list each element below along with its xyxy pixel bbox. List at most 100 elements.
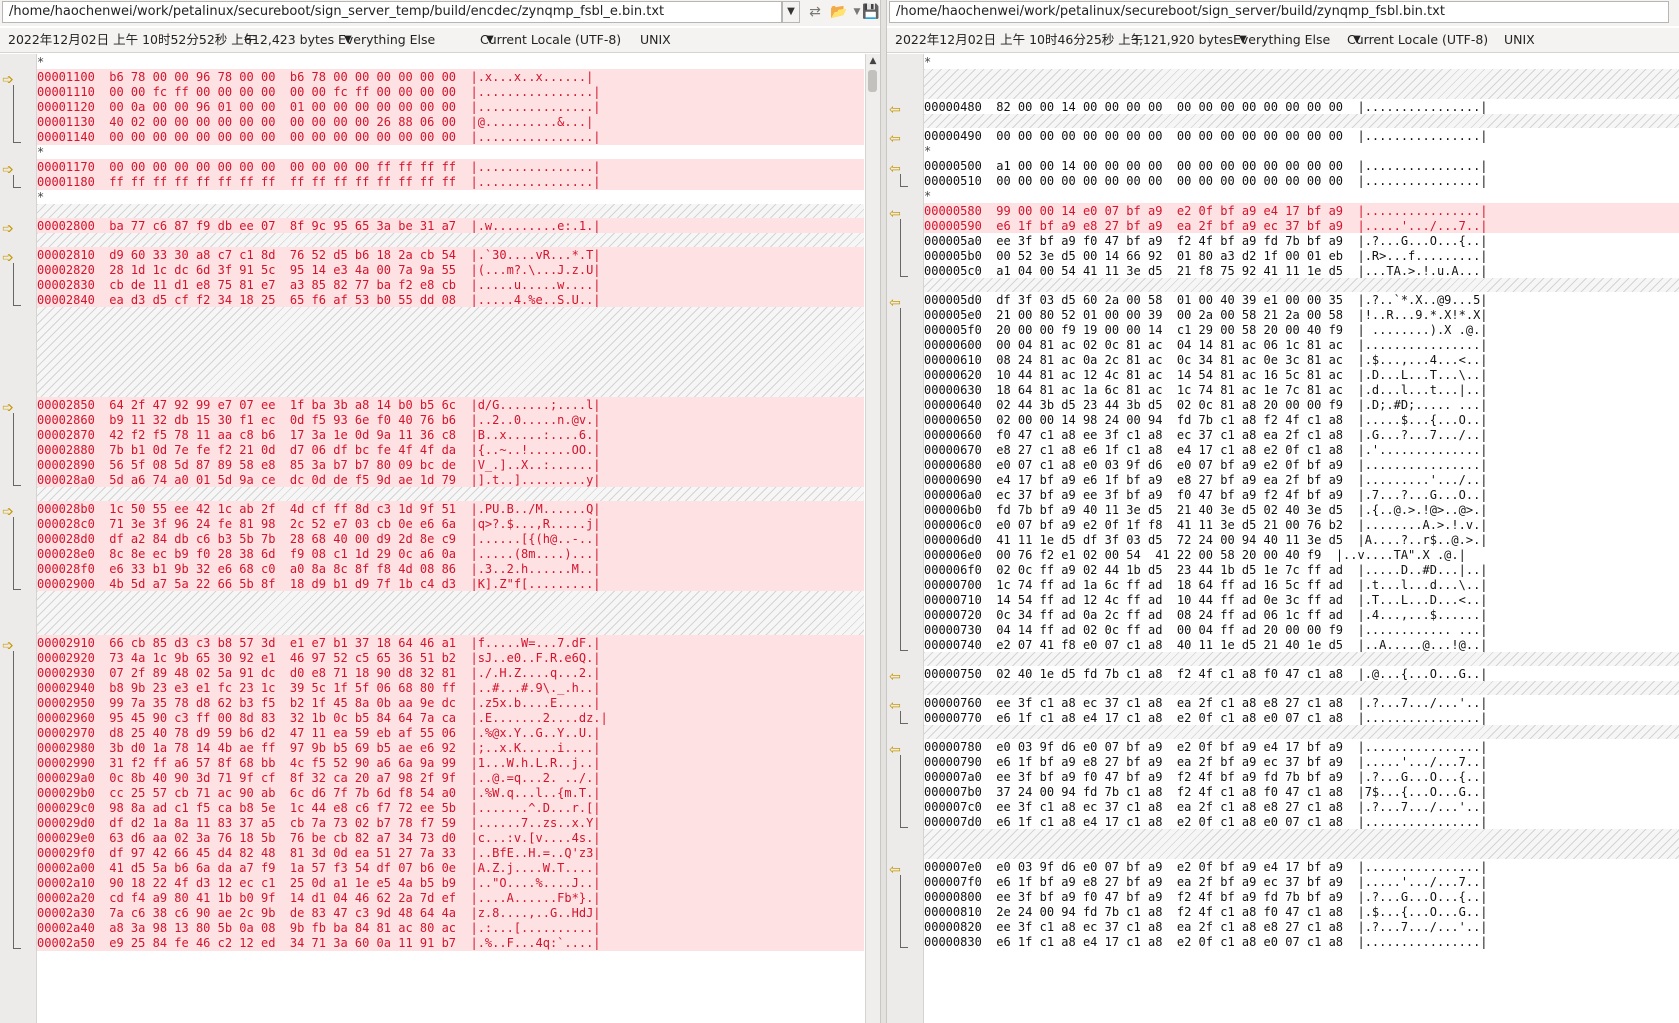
hex-row-changed: 00002800 ba 77 c6 87 f9 db ee 07 8f 9c 9… [37,218,864,234]
row-address: 00002970 [37,726,95,740]
left-arrow-icon[interactable]: ⇦ [889,162,901,176]
left-scroll-thumb[interactable] [868,70,877,92]
hex-row: 000006b0 fd 7b bf a9 40 11 3e d5 21 40 3… [924,502,1679,518]
row-bytes: e6 1f bf a9 e8 27 bf a9 ea 2f bf a9 ec 3… [996,875,1344,889]
row-bytes: 1c 74 ff ad 1a 6c ff ad 18 64 ff ad 16 5… [996,578,1344,592]
hex-row: 000005d0 df 3f 03 d5 60 2a 00 58 01 00 4… [924,292,1679,308]
right-arrow-icon[interactable]: ➩ [2,639,14,653]
row-address: 000007c0 [924,800,982,814]
right-arrow-icon[interactable]: ➩ [2,163,14,177]
right-arrow-icon[interactable]: ➩ [2,251,14,265]
row-address: 00002a50 [37,936,95,950]
pane-divider[interactable] [880,0,887,1023]
row-ascii: |.?...G...O...{..| [1357,234,1488,248]
row-address: 000006e0 [924,548,982,562]
right-line-ending: UNIX [1504,32,1535,47]
hex-row-changed: 00002a30 7a c6 38 c6 90 ae 2c 9b de 83 4… [37,905,864,921]
row-address: 00000660 [924,428,982,442]
row-bytes: 00 00 00 00 00 00 00 00 00 00 00 00 00 0… [996,174,1344,188]
right-arrow-icon[interactable]: ➩ [2,222,14,236]
hex-row-changed: 00002a50 e9 25 84 fe 46 c2 12 ed 34 71 3… [37,935,864,951]
chevron-down-icon: ▼ [344,34,352,45]
row-bytes: df 97 42 66 45 d4 82 48 81 3d 0d ea 51 2… [109,846,457,860]
row-bytes: f0 47 c1 a8 ee 3f c1 a8 ec 37 c1 a8 ea 2… [996,428,1344,442]
row-ascii: |.4...,...$......| [1357,608,1488,622]
row-address: 000006d0 [924,533,982,547]
left-arrow-icon[interactable]: ⇦ [889,103,901,117]
row-address: 000006c0 [924,518,982,532]
row-bytes: 28 1d 1c dc 6d 3f 91 5c 95 14 e3 4a 00 7… [109,263,457,277]
row-address: 00002950 [37,696,95,710]
row-bytes: 64 2f 47 92 99 e7 07 ee 1f ba 3b a8 14 b… [109,398,457,412]
right-arrow-icon[interactable]: ➩ [2,73,14,87]
left-path-dropdown-button[interactable]: ▼ [782,1,800,23]
row-address: 00002830 [37,278,95,292]
row-ascii: |c...:v.[v....4s.| [470,831,601,845]
left-hex-content[interactable]: * 00001100 b6 78 00 00 96 78 00 00 b6 78 … [37,54,864,1023]
right-arrow-icon[interactable]: ➩ [2,505,14,519]
left-arrow-icon[interactable]: ⇦ [889,863,901,877]
hex-row: 00000820 ee 3f c1 a8 ec 37 c1 a8 ea 2f c… [924,919,1679,935]
row-ascii: |.....D..#D...|..| [1357,563,1488,577]
row-bytes: 04 14 ff ad 02 0c ff ad 00 04 ff ad 20 0… [996,623,1344,637]
row-ascii: |................| [470,100,601,114]
row-bytes: 02 44 3b d5 23 44 3b d5 02 0c 81 a8 20 0… [996,398,1344,412]
left-arrow-icon[interactable]: ⇦ [889,670,901,684]
row-bytes: 5d a6 74 a0 01 5d 9a ce dc 0d de f5 9d a… [109,473,457,487]
hex-row: 00000710 14 54 ff ad 12 4c ff ad 10 44 f… [924,592,1679,608]
left-path-combo[interactable]: /home/haochenwei/work/petalinux/securebo… [2,1,782,23]
row-ascii: |.....'.../...7..| [1357,755,1488,769]
diff-filler-block [924,681,1679,695]
row-address: 000028a0 [37,473,95,487]
hex-row: 00000660 f0 47 c1 a8 ee 3f c1 a8 ec 37 c… [924,427,1679,443]
swap-icon[interactable]: ⇄ [806,3,824,21]
row-ascii: |.$...{...O...G..| [1357,905,1488,919]
row-bytes: e6 1f c1 a8 e4 17 c1 a8 e2 0f c1 a8 e0 0… [996,935,1344,949]
row-ascii: |....A......Fb*}.| [470,891,601,905]
left-arrow-icon[interactable]: ⇦ [889,296,901,310]
row-address: 00002a40 [37,921,95,935]
hex-row-changed: 00002880 7b b1 0d 7e fe f2 21 0d d7 06 d… [37,442,864,458]
row-address: 000005c0 [924,264,982,278]
row-bytes: a8 3a 98 13 80 5b 0a 08 9b fb ba 84 81 a… [109,921,457,935]
right-arrow-icon[interactable]: ➩ [2,401,14,415]
row-ascii: |.?..`*.X..@9...5| [1357,293,1488,307]
row-address: 00002860 [37,413,95,427]
scroll-up-icon[interactable]: ▲ [866,54,880,68]
row-address: 00000710 [924,593,982,607]
save-icon[interactable]: 💾 [862,3,880,21]
row-address: 00000810 [924,905,982,919]
repeat-star: * [37,190,45,204]
right-file-size: 3,121,920 bytes [1131,32,1234,47]
row-ascii: |.%@x.Y..G..Y..U.| [470,726,601,740]
repeat-marker: * [37,54,864,70]
row-address: 00002920 [37,651,95,665]
repeat-star: * [924,55,932,69]
row-address: 00002810 [37,248,95,262]
row-ascii: |.3..2.h......M..| [470,562,601,576]
hex-row-changed: 00001180 ff ff ff ff ff ff ff ff ff ff f… [37,174,864,190]
row-ascii: |................| [1357,100,1488,114]
row-address: 00000630 [924,383,982,397]
row-ascii: |.z5x.b....E.....| [470,696,601,710]
row-ascii: |.D...L...T...\..| [1357,368,1488,382]
right-hex-content[interactable]: * 00000480 82 00 00 14 00 00 00 00 00 00 … [924,54,1679,1023]
row-bytes: 41 11 1e d5 df 3f 03 d5 72 24 00 94 40 1… [996,533,1344,547]
row-address: 000007b0 [924,785,982,799]
hex-row: 000007e0 e0 03 9f d6 e0 07 bf a9 e2 0f b… [924,859,1679,875]
left-arrow-icon[interactable]: ⇦ [889,207,901,221]
repeat-star: * [924,189,932,203]
hex-row: 00000610 08 24 81 ac 0a 2c 81 ac 0c 34 8… [924,352,1679,368]
row-ascii: |.."O....%....J..| [470,876,601,890]
row-address: 000029e0 [37,831,95,845]
left-arrow-icon[interactable]: ⇦ [889,743,901,757]
left-arrow-icon[interactable]: ⇦ [889,699,901,713]
hex-row-changed: 00002990 31 f2 ff a6 57 8f 68 bb 4c f5 5… [37,755,864,771]
left-scrollbar[interactable]: ▲ [865,54,880,1023]
hex-row: 00000620 10 44 81 ac 12 4c 81 ac 14 54 8… [924,367,1679,383]
right-path-combo[interactable]: /home/haochenwei/work/petalinux/securebo… [889,1,1669,23]
row-bytes: e2 07 41 f8 e0 07 c1 a8 40 11 1e d5 21 4… [996,638,1344,652]
left-arrow-icon[interactable]: ⇦ [889,132,901,146]
folder-open-icon[interactable]: 📂 [830,3,848,21]
row-address: 000028b0 [37,502,95,516]
